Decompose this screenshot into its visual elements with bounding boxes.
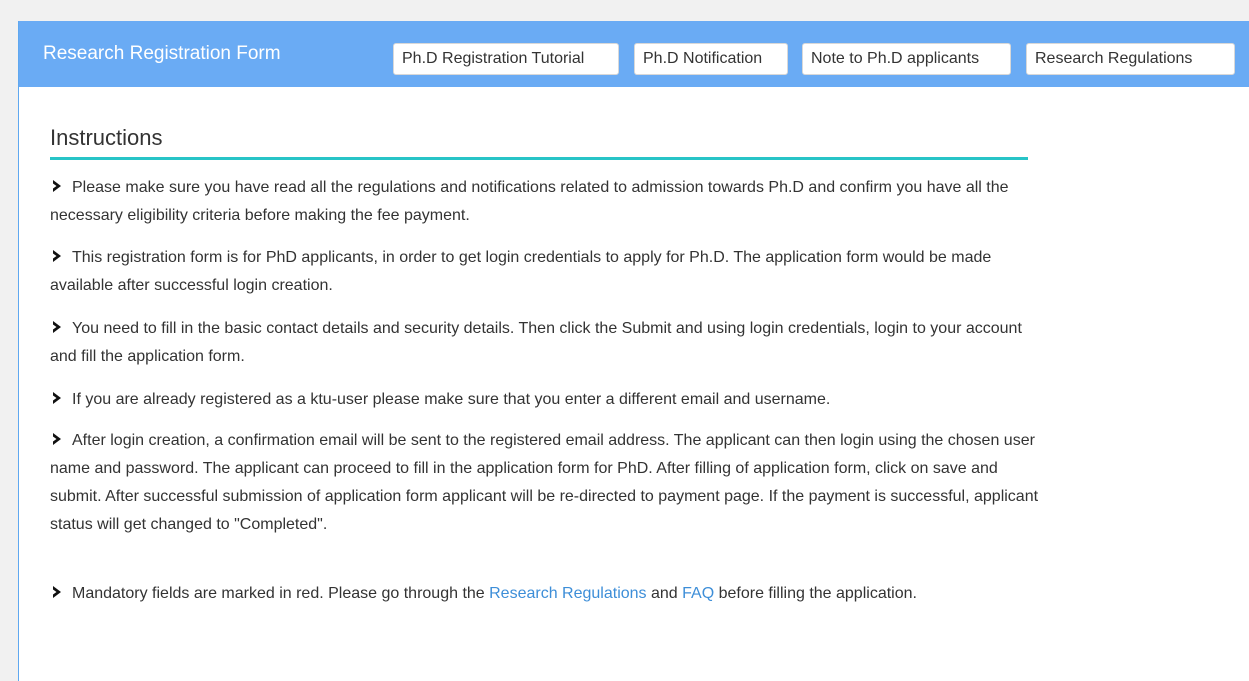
instruction-text: This registration form is for PhD applic… [50, 249, 992, 294]
chevron-right-icon [53, 433, 61, 445]
phd-notification-button[interactable]: Ph.D Notification [634, 43, 788, 75]
chevron-right-icon [53, 180, 61, 192]
instruction-text: You need to fill in the basic contact de… [50, 320, 1022, 365]
instruction-text: After login creation, a confirmation ema… [50, 432, 1039, 533]
instruction-item: Please make sure you have read all the r… [50, 174, 1040, 230]
instruction-text: Please make sure you have read all the r… [50, 179, 1009, 224]
chevron-right-icon [53, 392, 61, 404]
instruction-item: After login creation, a confirmation ema… [50, 427, 1040, 539]
panel-header: Research Registration Form Ph.D Registra… [19, 21, 1249, 87]
instruction-text: If you are already registered as a ktu-u… [72, 391, 831, 408]
instruction-item: You need to fill in the basic contact de… [50, 315, 1040, 371]
note-to-phd-applicants-button[interactable]: Note to Ph.D applicants [802, 43, 1011, 75]
instruction-item: Mandatory fields are marked in red. Plea… [50, 580, 1040, 608]
research-regulations-link[interactable]: Research Regulations [489, 585, 646, 602]
instruction-text: Mandatory fields are marked in red. Plea… [72, 585, 490, 602]
instructions-heading: Instructions [50, 125, 163, 150]
heading-divider [50, 157, 1028, 160]
registration-panel: Research Registration Form Ph.D Registra… [18, 21, 1249, 681]
faq-link[interactable]: FAQ [682, 585, 714, 602]
panel-title: Research Registration Form [43, 43, 281, 64]
chevron-right-icon [53, 586, 61, 598]
chevron-right-icon [53, 250, 61, 262]
chevron-right-icon [53, 321, 61, 333]
phd-registration-tutorial-button[interactable]: Ph.D Registration Tutorial [393, 43, 619, 75]
instruction-item: If you are already registered as a ktu-u… [50, 386, 1040, 414]
instruction-text: before filling the application. [714, 585, 917, 602]
instruction-item: This registration form is for PhD applic… [50, 244, 1040, 300]
research-regulations-button[interactable]: Research Regulations [1026, 43, 1235, 75]
instruction-text: and [646, 585, 683, 602]
